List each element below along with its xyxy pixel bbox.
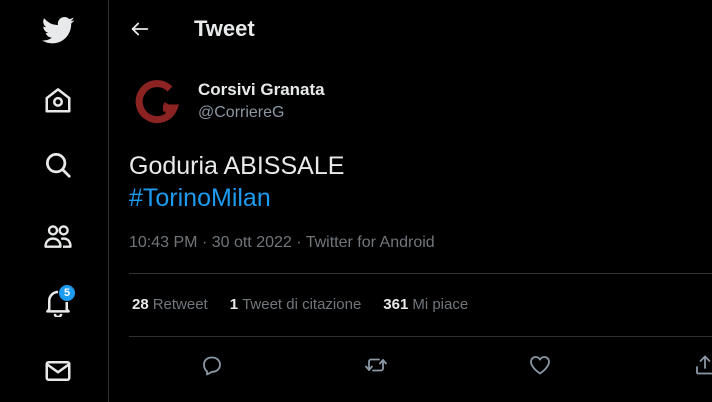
sidebar-nav: 5	[0, 0, 109, 402]
retweets-count: 28	[132, 296, 149, 313]
tweet-author: Corsivi Granata @CorriereG	[130, 74, 712, 130]
retweets-label: Retweet	[152, 296, 208, 313]
nav-communities[interactable]	[34, 212, 82, 260]
likes-label: Mi piace	[412, 296, 469, 313]
tweet-metadata: 10:43 PM · 30 ott 2022 · Twitter for And…	[129, 234, 435, 252]
divider	[129, 273, 712, 274]
quotes-count: 1	[229, 296, 239, 313]
back-button[interactable]	[122, 11, 158, 47]
retweets-stat[interactable]: 28 Retweet	[132, 296, 208, 313]
nav-notifications[interactable]: 5	[34, 278, 82, 326]
retweet-icon	[365, 358, 387, 372]
like-icon	[530, 356, 550, 375]
app: 5 Tweet Corsivi Granata @CorriereG Godur…	[0, 0, 712, 402]
back-arrow-icon	[131, 22, 149, 36]
author-name[interactable]: Corsivi Granata	[198, 80, 325, 100]
likes-stat[interactable]: 361 Mi piace	[383, 296, 468, 313]
notifications-badge: 5	[58, 284, 76, 302]
page-title: Tweet	[194, 16, 255, 41]
mail-icon	[45, 361, 71, 381]
avatar-logo-icon	[130, 74, 186, 130]
author-handle[interactable]: @CorriereG	[198, 104, 284, 122]
quotes-label: Tweet di citazione	[242, 296, 362, 313]
retweet-button[interactable]	[361, 350, 391, 380]
reply-icon	[203, 356, 221, 376]
hashtag-link[interactable]: #TorinoMilan	[129, 182, 271, 214]
tweet-actions	[129, 346, 712, 382]
nav-explore[interactable]	[34, 141, 82, 189]
twitter-logo-icon	[41, 16, 75, 44]
share-icon	[696, 355, 712, 375]
tweet-time[interactable]: 10:43 PM	[129, 234, 197, 251]
search-icon	[46, 153, 71, 178]
communities-icon	[44, 225, 72, 248]
avatar[interactable]	[130, 74, 186, 130]
nav-messages[interactable]	[34, 347, 82, 395]
tweet-detail: Tweet Corsivi Granata @CorriereG Goduria…	[110, 0, 712, 402]
reply-button[interactable]	[197, 350, 227, 380]
tweet-text: Goduria ABISSALE #TorinoMilan	[129, 150, 692, 214]
tweet-stats: 28 Retweet 1 Tweet di citazione 361 Mi piac…	[132, 296, 468, 313]
likes-count: 361	[383, 296, 409, 313]
page-header: Tweet	[110, 0, 712, 58]
like-button[interactable]	[525, 350, 555, 380]
tweet-text-line: Goduria ABISSALE	[129, 152, 345, 180]
tweet-source[interactable]: Twitter for Android	[306, 234, 435, 251]
quotes-stat[interactable]: 1 Tweet di citazione	[230, 296, 362, 313]
home-icon	[45, 88, 71, 113]
meta-separator: ·	[296, 234, 302, 251]
tweet-date[interactable]: 30 ott 2022	[212, 234, 292, 251]
divider	[129, 336, 712, 337]
meta-separator: ·	[201, 234, 208, 251]
twitter-logo-button[interactable]	[34, 6, 82, 54]
share-button[interactable]	[690, 350, 712, 380]
nav-home[interactable]	[34, 76, 82, 124]
